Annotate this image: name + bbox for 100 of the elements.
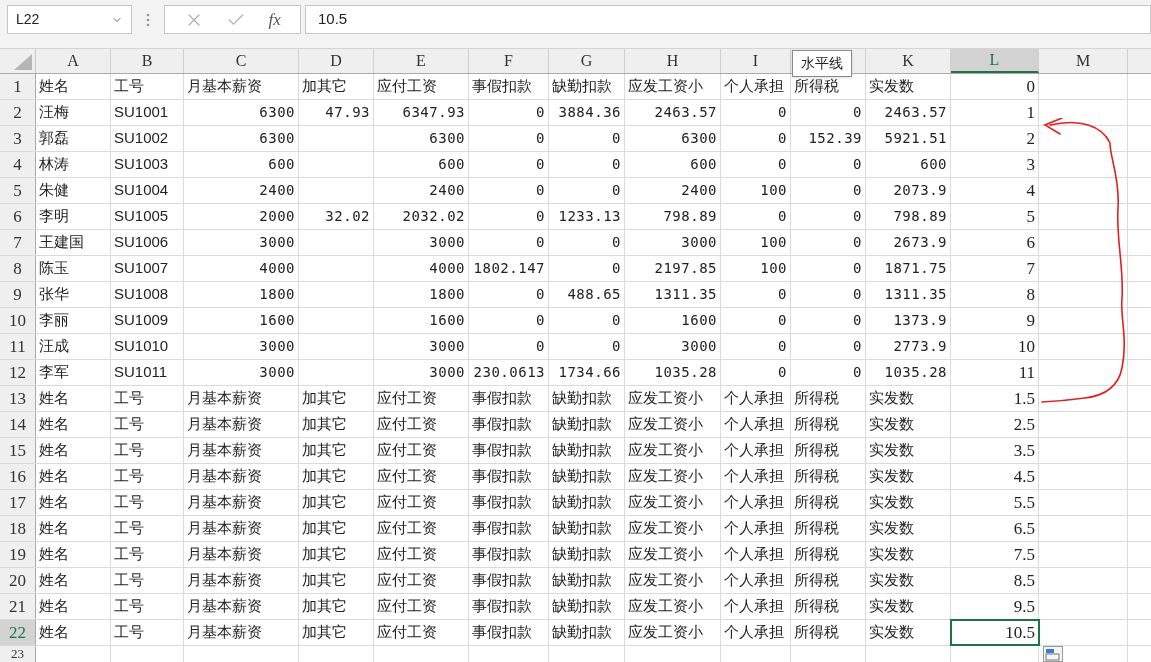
table-cell-text: 加其它 [302, 440, 347, 461]
row-header[interactable]: 22 [0, 620, 36, 645]
table-cell-text: 1734.66 [558, 363, 621, 382]
table-cell-text: 缺勤扣款 [552, 76, 612, 97]
table-cell-text: 0 [536, 181, 545, 200]
row-header[interactable]: 16 [0, 464, 36, 489]
table-cell-text: 月基本薪资 [187, 440, 262, 461]
table-cell-text: 所得税 [794, 414, 839, 435]
row-header[interactable]: 8 [0, 256, 36, 281]
table-cell-text: 1.5 [1013, 387, 1035, 410]
table-cell-text: 0 [853, 311, 862, 330]
row-header[interactable]: 18 [0, 516, 36, 541]
table-cell-text: 3000 [429, 363, 465, 382]
row-header[interactable]: 6 [0, 204, 36, 229]
table-cell-text: 6300 [429, 129, 465, 148]
table-cell-text: 1800 [259, 285, 295, 304]
table-cell-text: 798.89 [663, 207, 717, 226]
table-cell-text: 事假扣款 [472, 570, 532, 591]
row-header[interactable]: 11 [0, 334, 36, 359]
select-all-icon[interactable] [14, 54, 32, 70]
row-header[interactable]: 12 [0, 360, 36, 385]
table-cell-text: 所得税 [794, 492, 839, 513]
row-header[interactable]: 15 [0, 438, 36, 463]
table-cell-text: 4 [1026, 179, 1035, 202]
drag-handle-icon[interactable] [146, 13, 150, 27]
row-header[interactable]: 3 [0, 126, 36, 151]
row-header[interactable]: 1 [0, 74, 36, 99]
table-cell-text: 5 [1026, 205, 1035, 228]
row-header[interactable]: 23 [0, 646, 36, 662]
table-cell-text: 1871.75 [884, 259, 947, 278]
row-header[interactable]: 19 [0, 542, 36, 567]
row-header[interactable]: 5 [0, 178, 36, 203]
table-cell-text: 事假扣款 [472, 466, 532, 487]
table-cell-text: 11 [1018, 361, 1035, 384]
row-header[interactable]: 4 [0, 152, 36, 177]
table-cell-text: 缺勤扣款 [552, 570, 612, 591]
column-header[interactable]: G [549, 49, 625, 73]
row-header[interactable]: 9 [0, 282, 36, 307]
column-header[interactable]: I [721, 49, 791, 73]
row-header[interactable]: 13 [0, 386, 36, 411]
column-header[interactable]: E [374, 49, 469, 73]
table-cell-text: 实发数 [869, 466, 914, 487]
row-header[interactable]: 20 [0, 568, 36, 593]
table-cell-text: 所得税 [794, 76, 839, 97]
table-cell-text: 应付工资 [377, 388, 437, 409]
row-header[interactable]: 17 [0, 490, 36, 515]
row-header[interactable]: 7 [0, 230, 36, 255]
table-cell-text: 100 [760, 181, 787, 200]
table-cell-text: 所得税 [794, 544, 839, 565]
column-header[interactable]: D [299, 49, 374, 73]
table-cell-text: 实发数 [869, 518, 914, 539]
table-cell-text: 8 [1026, 283, 1035, 306]
table-cell-text: 工号 [114, 440, 144, 461]
table-cell-text: 事假扣款 [472, 622, 532, 643]
table-cell-text: 个人承担 [724, 492, 784, 513]
table-cell-text: 月基本薪资 [187, 570, 262, 591]
paste-options-icon[interactable] [1043, 646, 1063, 662]
column-header[interactable]: C [184, 49, 299, 73]
table-cell-text: 事假扣款 [472, 492, 532, 513]
column-header[interactable]: M [1039, 49, 1128, 73]
table-cell-text: 0 [1026, 75, 1035, 98]
table-cell-text: 应付工资 [377, 440, 437, 461]
table-cell-text: 2773.9 [893, 337, 947, 356]
table-cell-text: 0 [536, 311, 545, 330]
table-cell-text: 月基本薪资 [187, 544, 262, 565]
table-cell-text: 32.02 [325, 207, 370, 226]
row-header[interactable]: 21 [0, 594, 36, 619]
table-cell-text: 3000 [259, 337, 295, 356]
table-cell-text: 应付工资 [377, 622, 437, 643]
table-cell-text: SU1007 [114, 258, 169, 279]
table-cell-text: 姓名 [39, 492, 69, 513]
table-cell-text: SU1008 [114, 284, 169, 305]
insert-function-button[interactable]: fx [268, 6, 281, 33]
column-header[interactable]: B [111, 49, 184, 73]
table-cell-text: SU1006 [114, 232, 169, 253]
column-header[interactable]: H [625, 49, 721, 73]
table-cell-text: 6.5 [1013, 517, 1035, 540]
table-cell-text: SU1011 [114, 362, 168, 383]
table-cell-text: 2673.9 [893, 233, 947, 252]
table-cell-text: 3000 [259, 363, 295, 382]
table-cell-text: 姓名 [39, 466, 69, 487]
formula-field[interactable]: 10.5 [305, 5, 1151, 34]
name-box[interactable]: L22 [7, 5, 132, 34]
column-header[interactable]: F [469, 49, 549, 73]
column-header[interactable]: A [36, 49, 111, 73]
table-cell-text: 0 [778, 155, 787, 174]
table-cell-text: 朱健 [39, 180, 69, 201]
row-header[interactable]: 14 [0, 412, 36, 437]
table-cell-text: SU1010 [114, 336, 169, 357]
row-header[interactable]: 10 [0, 308, 36, 333]
table-cell-text: 0 [778, 207, 787, 226]
table-cell-text: 1373.9 [893, 311, 947, 330]
table-cell-text: 应付工资 [377, 596, 437, 617]
row-header[interactable]: 2 [0, 100, 36, 125]
column-header[interactable]: L [951, 49, 1039, 73]
table-cell-text: SU1009 [114, 310, 169, 331]
table-cell-text: 3000 [681, 337, 717, 356]
table-cell-text: 0 [536, 155, 545, 174]
table-cell-text: 3.5 [1013, 439, 1035, 462]
table-cell-text: SU1002 [114, 128, 169, 149]
